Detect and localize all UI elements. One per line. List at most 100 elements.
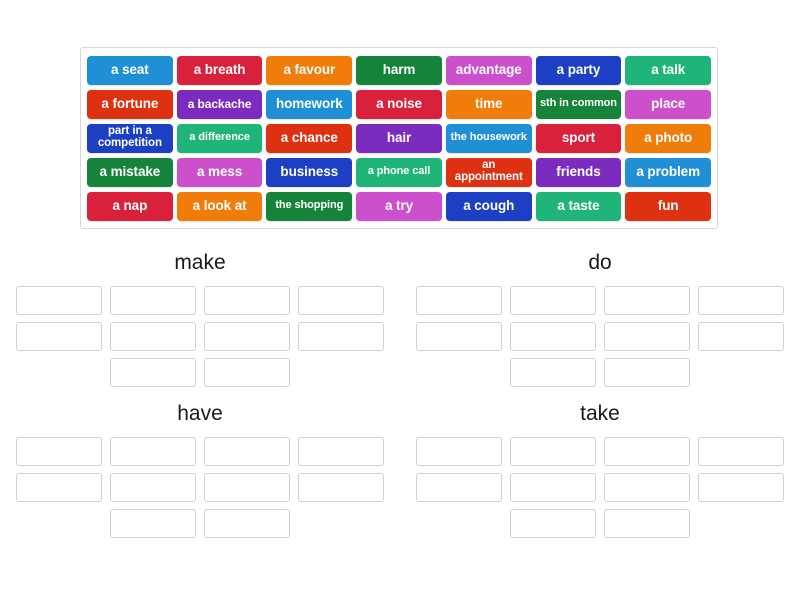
word-tile[interactable]: a problem (625, 157, 712, 187)
drop-slot[interactable] (298, 286, 384, 315)
drop-slot[interactable] (16, 322, 102, 351)
word-tile[interactable]: a chance (266, 123, 353, 153)
category-do: do (400, 243, 800, 394)
word-tile[interactable]: a breath (176, 55, 263, 85)
tile-bank-row: a mistake a mess business a phone call an ap… (85, 155, 713, 189)
word-tile[interactable]: a mess (176, 157, 263, 187)
drop-slot-row (400, 322, 800, 351)
drop-slot[interactable] (416, 322, 502, 351)
drop-slot[interactable] (110, 509, 196, 538)
drop-slot[interactable] (110, 358, 196, 387)
drop-slot-row (0, 358, 400, 387)
tile-bank-row: a seat a breath a favour harm advantage a par… (85, 53, 713, 87)
drop-slot[interactable] (416, 473, 502, 502)
drop-slot[interactable] (204, 437, 290, 466)
word-tile[interactable]: friends (535, 157, 622, 187)
word-tile[interactable]: a seat (87, 55, 173, 85)
drop-slot[interactable] (698, 286, 784, 315)
drop-slot[interactable] (604, 509, 690, 538)
drop-slot[interactable] (110, 437, 196, 466)
drop-slot-row (0, 286, 400, 315)
drop-slot-row (400, 286, 800, 315)
word-tile[interactable]: business (266, 157, 353, 187)
drop-slot[interactable] (510, 358, 596, 387)
word-tile[interactable]: sport (535, 123, 622, 153)
category-title: have (177, 402, 223, 425)
drop-slot[interactable] (698, 437, 784, 466)
word-tile[interactable]: a party (535, 55, 622, 85)
drop-slot[interactable] (698, 322, 784, 351)
word-tile[interactable]: a try (356, 191, 442, 221)
drop-slot[interactable] (110, 473, 196, 502)
word-tile[interactable]: the shopping (266, 191, 353, 221)
drop-slot[interactable] (110, 322, 196, 351)
word-tile[interactable]: a favour (266, 55, 353, 85)
word-tile[interactable]: part in a competition (87, 123, 173, 153)
category-have: have (0, 394, 400, 545)
drop-slot[interactable] (416, 437, 502, 466)
tile-bank-row: part in a competition a difference a chanc… (85, 121, 713, 155)
drop-slot[interactable] (604, 473, 690, 502)
drop-slot[interactable] (204, 473, 290, 502)
drop-slot[interactable] (510, 322, 596, 351)
word-tile[interactable]: a taste (535, 191, 622, 221)
drop-slot[interactable] (416, 286, 502, 315)
drop-slot[interactable] (16, 286, 102, 315)
drop-slot[interactable] (604, 358, 690, 387)
drop-slot[interactable] (16, 473, 102, 502)
word-tile[interactable]: a look at (176, 191, 263, 221)
tile-bank: a seat a breath a favour harm advantage a par… (80, 47, 718, 229)
tile-bank-row: a nap a look at the shopping a try a cough a … (85, 189, 713, 223)
drop-slot-row (0, 322, 400, 351)
word-tile[interactable]: hair (356, 123, 442, 153)
category-take: take (400, 394, 800, 545)
drop-slot[interactable] (698, 473, 784, 502)
drop-slot[interactable] (510, 473, 596, 502)
category-title: do (588, 251, 612, 274)
drop-slot[interactable] (16, 437, 102, 466)
drop-slot[interactable] (204, 509, 290, 538)
word-tile[interactable]: advantage (445, 55, 532, 85)
drop-slot[interactable] (298, 473, 384, 502)
word-tile[interactable]: a difference (176, 123, 263, 153)
word-tile[interactable]: place (625, 89, 712, 119)
word-tile[interactable]: an appointment (445, 157, 532, 187)
drop-slot[interactable] (604, 437, 690, 466)
drop-slot-row (400, 358, 800, 387)
drop-slot-row (0, 473, 400, 502)
word-tile[interactable]: harm (356, 55, 442, 85)
category-make: make (0, 243, 400, 394)
word-tile[interactable]: a mistake (87, 157, 173, 187)
drop-slot[interactable] (510, 509, 596, 538)
drop-slot[interactable] (110, 286, 196, 315)
drop-slot[interactable] (604, 286, 690, 315)
word-tile[interactable]: a fortune (87, 89, 173, 119)
tile-bank-row: a fortune a backache homework a noise time st… (85, 87, 713, 121)
drop-slot[interactable] (204, 286, 290, 315)
drop-slot[interactable] (298, 437, 384, 466)
word-tile[interactable]: homework (266, 89, 353, 119)
word-tile[interactable]: a noise (356, 89, 442, 119)
category-title: take (580, 402, 620, 425)
drop-slot-row (400, 473, 800, 502)
word-tile[interactable]: a backache (176, 89, 263, 119)
drop-slot[interactable] (204, 322, 290, 351)
word-tile[interactable]: a photo (625, 123, 712, 153)
word-tile[interactable]: a nap (87, 191, 173, 221)
word-tile[interactable]: fun (625, 191, 712, 221)
drop-slot[interactable] (510, 437, 596, 466)
word-tile[interactable]: the housework (445, 123, 532, 153)
drop-slot[interactable] (204, 358, 290, 387)
drop-slot[interactable] (298, 322, 384, 351)
drop-slot[interactable] (510, 286, 596, 315)
word-tile[interactable]: a cough (445, 191, 532, 221)
category-row: have take (0, 394, 800, 545)
drop-slot-row (400, 437, 800, 466)
word-tile[interactable]: a phone call (356, 157, 442, 187)
category-title: make (174, 251, 226, 274)
word-tile[interactable]: a talk (625, 55, 712, 85)
word-tile[interactable]: sth in common (535, 89, 622, 119)
drop-slot-row (400, 509, 800, 538)
drop-slot[interactable] (604, 322, 690, 351)
word-tile[interactable]: time (445, 89, 532, 119)
